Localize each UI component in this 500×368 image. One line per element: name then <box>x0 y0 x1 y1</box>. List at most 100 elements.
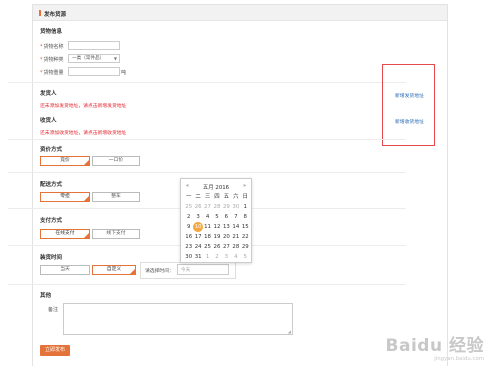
calendar-day[interactable]: 11 <box>203 222 212 232</box>
calendar-day[interactable]: 2 <box>184 212 193 222</box>
calendar-week-row: 25 26 27 28 29 30 1 <box>184 202 250 212</box>
panel-header: 发布货源 <box>33 5 447 21</box>
calendar-day[interactable]: 24 <box>193 242 202 252</box>
calendar-day[interactable]: 27 <box>222 242 231 252</box>
calendar-day[interactable]: 29 <box>222 202 231 212</box>
calendar-day[interactable]: 30 <box>184 252 193 262</box>
time-label: 请选择时间： <box>145 269 174 274</box>
delivery-section-title: 配送方式 <box>40 182 63 188</box>
calendar-day[interactable]: 8 <box>241 212 250 222</box>
pricing-option-bidding[interactable]: 竞价 <box>40 156 90 166</box>
chevron-down-icon: ▼ <box>113 56 117 61</box>
calendar-day[interactable]: 5 <box>212 212 221 222</box>
cargo-weight-input[interactable] <box>68 67 120 76</box>
remark-textarea[interactable]: ◢ <box>63 303 293 335</box>
calendar-week-row: 9 10 11 12 13 14 15 <box>184 222 250 232</box>
other-section-title: 其他 <box>40 293 52 299</box>
calendar-week-row: 16 17 18 19 20 21 22 <box>184 232 250 242</box>
add-sender-address-link[interactable]: 新增发货地址 <box>395 92 424 99</box>
calendar-week-row: 2345678 <box>184 212 250 222</box>
cargo-name-input[interactable] <box>68 41 120 50</box>
calendar-day[interactable]: 14 <box>231 222 240 232</box>
divider <box>8 284 406 285</box>
baidu-jingyan-watermark: Baidu 经验 jingyan.baidu.com <box>386 331 484 362</box>
weekday-header: 四 <box>214 194 220 200</box>
calendar-day[interactable]: 3 <box>222 252 231 262</box>
calendar-week-row: 30 31 1 2 3 4 5 <box>184 252 250 262</box>
payment-section-title: 支付方式 <box>40 218 63 224</box>
pickup-option-today[interactable]: 当天 <box>40 265 90 275</box>
add-receiver-address-link[interactable]: 新增收货地址 <box>395 118 424 125</box>
payment-option-offline[interactable]: 线下支付 <box>92 229 140 239</box>
calendar-day[interactable]: 29 <box>241 242 250 252</box>
weekday-header: 五 <box>223 194 230 200</box>
cargo-section-title: 货物信息 <box>40 29 63 35</box>
receiver-section-title: 收货人 <box>40 118 57 124</box>
weekday-header: 二 <box>195 194 201 200</box>
delivery-option-ltl[interactable]: 零担 <box>40 192 90 202</box>
calendar-day[interactable]: 3 <box>193 212 202 222</box>
calendar-day[interactable]: 4 <box>203 212 212 222</box>
calendar-day[interactable]: 25 <box>184 202 193 212</box>
calendar-day[interactable]: 1 <box>241 202 250 212</box>
calendar-day[interactable]: 22 <box>241 232 250 242</box>
calendar-day[interactable]: 31 <box>193 252 202 262</box>
remark-label: 备注 <box>48 307 59 313</box>
payment-option-online[interactable]: 在线支付 <box>40 229 90 239</box>
weekday-header: 六 <box>233 194 239 200</box>
calendar-day[interactable]: 16 <box>184 232 193 242</box>
weekday-header: 日 <box>242 194 248 200</box>
calendar-day[interactable]: 6 <box>222 212 231 222</box>
calendar-day[interactable]: 4 <box>231 252 240 262</box>
calendar-day[interactable]: 15 <box>241 222 250 232</box>
calendar-day[interactable]: 18 <box>203 232 212 242</box>
calendar-day[interactable]: 13 <box>222 222 231 232</box>
time-input[interactable]: 今天 <box>177 264 229 275</box>
header-accent-bar <box>39 10 41 16</box>
calendar-day[interactable]: 30 <box>231 202 240 212</box>
cargo-type-select[interactable]: 一类（常件品） ▼ <box>68 54 120 63</box>
resize-grip-icon[interactable]: ◢ <box>288 329 291 334</box>
divider <box>8 172 406 173</box>
calendar-day[interactable]: 17 <box>193 232 202 242</box>
pickup-section-title: 装货时间 <box>40 255 63 261</box>
calendar-week-row: 23 24 25 26 27 28 29 <box>184 242 250 252</box>
calendar-day[interactable]: 21 <box>231 232 240 242</box>
calendar-day[interactable]: 5 <box>241 252 250 262</box>
calendar-grid: 一二三四五六日 25 26 27 28 29 30 1 2 3 4 5 6 7 8 9 10 11 12 13 14 15… <box>184 192 250 262</box>
cargo-type-label: *货物种类 <box>40 57 64 63</box>
calendar-day[interactable]: 1 <box>203 252 212 262</box>
calendar-day[interactable]: 25 <box>203 242 212 252</box>
calendar-day[interactable]: 26 <box>193 202 202 212</box>
calendar-weekday-row: 一二三四五六日 <box>184 192 250 202</box>
delivery-option-ftl[interactable]: 整车 <box>92 192 140 202</box>
pricing-option-fixed[interactable]: 一口价 <box>92 156 140 166</box>
calendar-day[interactable]: 12 <box>212 222 221 232</box>
divider <box>8 82 406 83</box>
calendar-day[interactable]: 19 <box>212 232 221 242</box>
calendar-day[interactable]: 26 <box>212 242 221 252</box>
calendar-day[interactable]: 23 <box>184 242 193 252</box>
cargo-name-label: *货物名称 <box>40 44 64 50</box>
receiver-warning: 还未添加收货地址，请点击新增收货地址 <box>40 131 127 136</box>
calendar-day[interactable]: 28 <box>212 202 221 212</box>
calendar-day[interactable]: 28 <box>231 242 240 252</box>
highlight-box <box>382 64 435 146</box>
calendar-day[interactable]: 27 <box>203 202 212 212</box>
calendar-day[interactable]: 9 <box>184 222 193 232</box>
calendar-day[interactable]: 7 <box>231 212 240 222</box>
sender-section-title: 发货人 <box>40 91 57 97</box>
publish-button[interactable]: 立即发布 <box>40 345 70 356</box>
page-title: 发布货源 <box>44 12 67 18</box>
weekday-header: 三 <box>204 194 211 200</box>
calendar-day[interactable]: 20 <box>222 232 231 242</box>
calendar-day-selected[interactable]: 10 <box>193 222 203 232</box>
pickup-option-custom[interactable]: 自定义 <box>92 265 136 275</box>
weekday-header: 一 <box>186 194 192 200</box>
sender-warning: 还未添加发货地址，请点击新增发货地址 <box>40 104 127 109</box>
date-picker-calendar: « 五月 2016 » 一二三四五六日 25 26 27 28 29 30 1 2 3 4 5 6 7 8 9… <box>180 178 252 263</box>
next-month-icon[interactable]: » <box>243 183 246 189</box>
calendar-month-label[interactable]: 五月 2016 <box>181 183 251 191</box>
calendar-day[interactable]: 2 <box>212 252 221 262</box>
divider <box>8 139 406 140</box>
